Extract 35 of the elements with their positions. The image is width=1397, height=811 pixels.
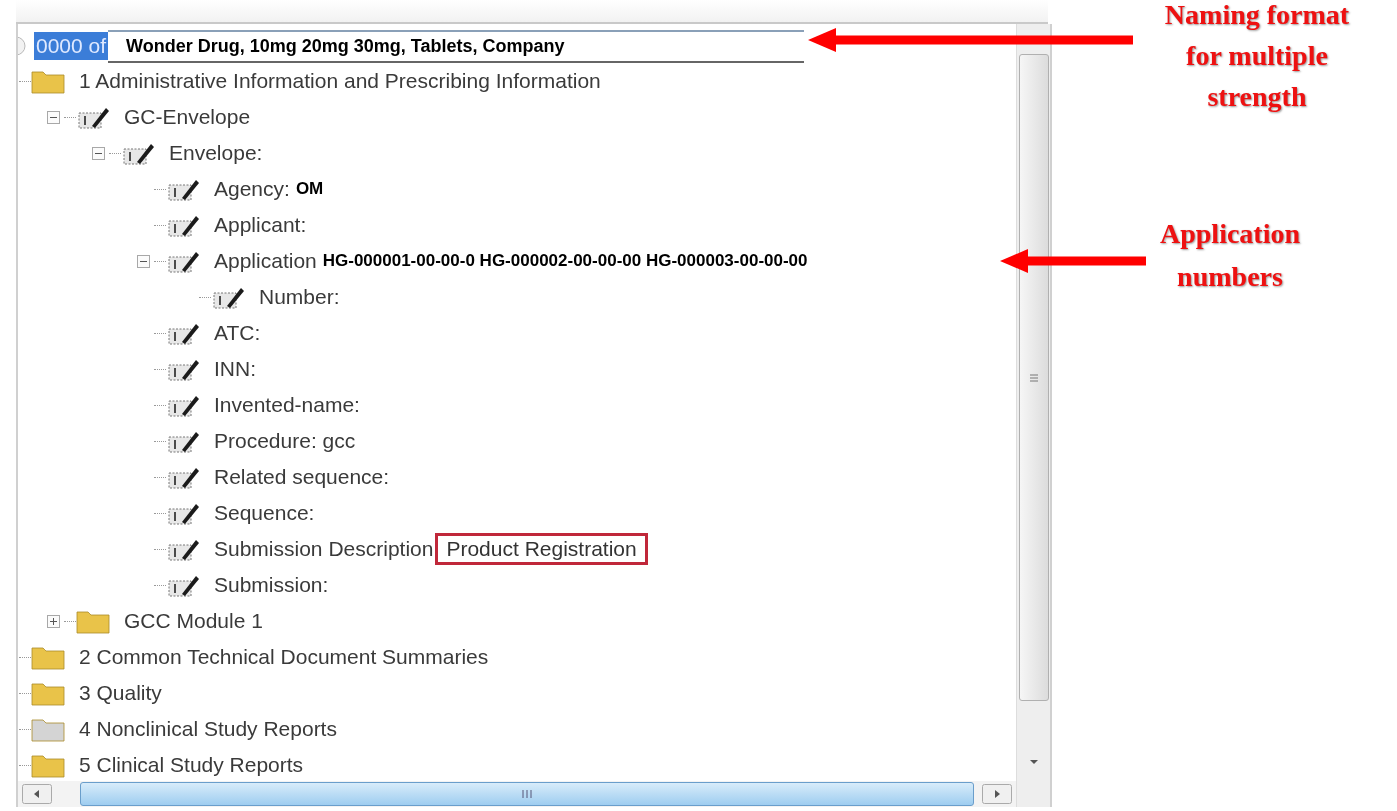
tree-item[interactable]: Envelope: [169, 141, 263, 165]
value-text: HG-000001-00-00-0 HG-000002-00-00-00 HG-000003-00-00-00 [322, 251, 808, 271]
scrollbar-thumb[interactable] [80, 782, 974, 806]
value-text: OM [295, 179, 324, 199]
annotation-text: Naming format for multiple strength [1163, 0, 1351, 114]
tree-item[interactable]: 2 Common Technical Document Summaries [79, 645, 489, 669]
tree-item[interactable]: GC-Envelope [124, 105, 251, 129]
tree-item[interactable]: 1 Administrative Information and Prescribing Information [79, 69, 601, 93]
tree-item[interactable]: Number: [259, 285, 340, 309]
tree-item[interactable]: GCC Module 1 [124, 609, 263, 633]
name-field[interactable]: Wonder Drug, 10mg 20mg 30mg, Tablets, Company [108, 29, 805, 63]
tree-item[interactable]: 4 Nonclinical Study Reports [79, 717, 337, 741]
tree-item[interactable]: Applicant: [214, 213, 307, 237]
tree-item[interactable]: Agency: [214, 177, 290, 201]
tree-item[interactable]: Related sequence: [214, 465, 390, 489]
tree-item[interactable]: 5 Clinical Study Reports [79, 753, 304, 777]
collapse-toggle[interactable] [46, 110, 60, 124]
tree-item[interactable]: INN: [214, 357, 256, 381]
tree-item[interactable]: Submission Description [214, 537, 434, 561]
tree-item[interactable]: Procedure: gcc [214, 429, 356, 453]
annotation-text: Application numbers [1159, 217, 1301, 294]
collapse-toggle[interactable] [136, 254, 150, 268]
scrollbar-thumb[interactable] [1018, 54, 1049, 701]
tree-item[interactable]: Submission: [214, 573, 329, 597]
collapse-toggle[interactable] [91, 146, 105, 160]
tree-item[interactable]: ATC: [214, 321, 261, 345]
scroll-right-button[interactable] [982, 784, 1012, 804]
scroll-left-button[interactable] [22, 784, 52, 804]
tree-item[interactable]: 3 Quality [79, 681, 162, 705]
tree-item[interactable]: Application [214, 249, 317, 273]
tree-item[interactable]: Invented-name: [214, 393, 360, 417]
selected-text: 0000 of [34, 32, 109, 60]
tree-item[interactable]: Sequence: [214, 501, 315, 525]
highlighted-value: Product Registration [435, 533, 648, 565]
expand-toggle[interactable] [46, 614, 60, 628]
